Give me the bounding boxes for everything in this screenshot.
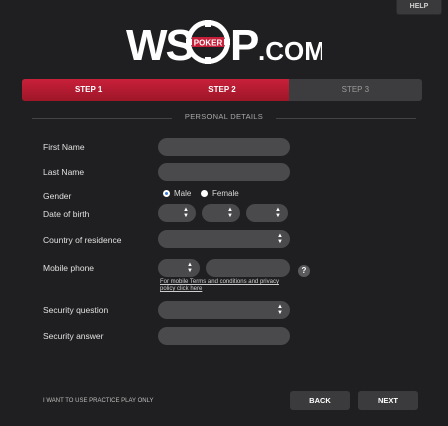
gender-female-label: Female	[212, 189, 239, 198]
help-button[interactable]: HELP	[396, 0, 442, 15]
step-3: STEP 3	[341, 85, 370, 94]
security-answer-input[interactable]	[158, 327, 290, 345]
dob-day-select[interactable]: ▲ ▼	[158, 204, 196, 222]
updown-arrows-icon: ▲ ▼	[227, 207, 233, 219]
next-button[interactable]: NEXT	[358, 391, 418, 410]
back-button[interactable]: BACK	[290, 391, 350, 410]
step-2: STEP 2	[155, 79, 289, 101]
poker-chip-icon: POKER	[186, 20, 230, 64]
step-progress-bar: STEP 1 STEP 2 STEP 3	[22, 79, 422, 101]
gender-female-radio[interactable]: Female	[201, 189, 239, 198]
mobile-label: Mobile phone	[43, 263, 95, 273]
mobile-terms-link[interactable]: For mobile Terms and conditions and priv…	[160, 279, 280, 293]
updown-arrows-icon: ▲ ▼	[275, 207, 281, 219]
step-1: STEP 1	[22, 79, 156, 101]
logo-text-com: .COM	[258, 36, 322, 66]
mobile-phone-input[interactable]	[206, 259, 290, 277]
section-title: PERSONAL DETAILS	[22, 112, 426, 124]
security-question-select[interactable]: ▲ ▼	[158, 301, 290, 319]
updown-arrows-icon: ▲ ▼	[183, 207, 189, 219]
wsop-logo: WS POKER P .COM	[126, 20, 322, 70]
security-answer-label: Security answer	[43, 331, 104, 341]
dob-year-select[interactable]: ▲ ▼	[246, 204, 288, 222]
phone-prefix-select[interactable]: ▲ ▼	[158, 259, 200, 277]
gender-male-label: Male	[174, 189, 192, 198]
updown-arrows-icon: ▲ ▼	[277, 304, 283, 316]
radio-checked-icon	[163, 190, 170, 197]
help-question-icon[interactable]: ?	[298, 265, 310, 277]
practice-play-option[interactable]: I WANT TO USE PRACTICE PLAY ONLY	[43, 398, 153, 404]
security-question-label: Security question	[43, 305, 109, 315]
radio-unchecked-icon	[201, 190, 208, 197]
updown-arrows-icon: ▲ ▼	[187, 262, 193, 274]
gender-male-radio[interactable]: Male	[163, 189, 191, 198]
country-select[interactable]: ▲ ▼	[158, 230, 290, 248]
dob-label: Date of birth	[43, 209, 90, 219]
updown-arrows-icon: ▲ ▼	[277, 233, 283, 245]
first-name-label: First Name	[43, 142, 85, 152]
logo-text-p: P	[230, 21, 259, 70]
last-name-label: Last Name	[43, 167, 85, 177]
logo-text-ws: WS	[126, 21, 194, 70]
dob-month-select[interactable]: ▲ ▼	[202, 204, 240, 222]
country-label: Country of residence	[43, 235, 122, 245]
gender-label: Gender	[43, 191, 72, 201]
logo-chip-text: POKER	[194, 39, 223, 48]
first-name-input[interactable]	[158, 138, 290, 156]
last-name-input[interactable]	[158, 163, 290, 181]
